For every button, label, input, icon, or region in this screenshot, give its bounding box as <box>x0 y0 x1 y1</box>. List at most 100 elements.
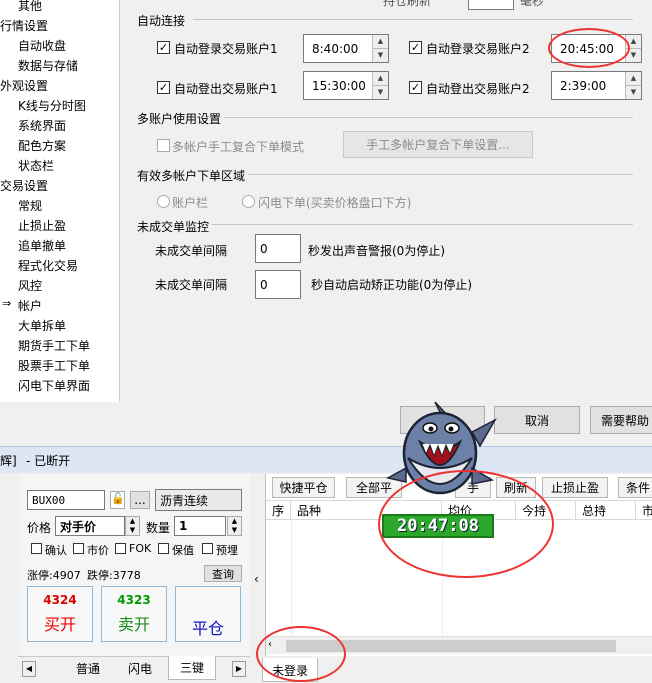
tree-item[interactable]: 其他 <box>18 0 42 14</box>
order-option-checkbox[interactable] <box>31 543 42 554</box>
stop-loss-button[interactable]: 止损止盈 <box>542 477 608 498</box>
order-option-label: 市价 <box>87 544 109 557</box>
qty-input[interactable]: 1 <box>174 516 226 536</box>
order-area-title: 有效多帐户下单区域 <box>137 169 246 183</box>
buy-open-button[interactable]: 4324 买开 <box>27 586 93 642</box>
col-seq[interactable]: 序 <box>266 501 291 519</box>
qty-label: 数量 <box>146 521 171 535</box>
spin-down-icon[interactable]: ▼ <box>373 86 388 100</box>
annotation-circle <box>548 28 630 68</box>
collapse-arrow-icon[interactable]: ‹ <box>254 572 259 586</box>
sell-price: 4323 <box>117 593 151 607</box>
login1-time-spinner[interactable]: 8:40:00 ▲ ▼ <box>303 34 389 63</box>
order-option-checkbox[interactable] <box>115 543 126 554</box>
help-button[interactable]: 需要帮助 <box>590 406 652 434</box>
unfilled-row2-input[interactable]: 0 <box>255 270 301 299</box>
query-button[interactable]: 查询 <box>204 565 242 582</box>
lock-icon[interactable]: 🔓 <box>110 491 125 509</box>
tab-scroll-left-icon[interactable]: ◀ <box>22 661 36 677</box>
order-option-label: 预埋 <box>216 544 238 557</box>
close-position-button[interactable]: 平仓 <box>175 586 241 642</box>
logout1-time-spinner[interactable]: 15:30:00 ▲ ▼ <box>303 71 389 100</box>
login2-label: 自动登录交易账户2 <box>426 42 530 56</box>
multi-account-title: 多账户使用设置 <box>137 112 222 126</box>
login1-label: 自动登录交易账户1 <box>174 42 278 56</box>
refresh-ms-input[interactable] <box>468 0 514 10</box>
sell-open-button[interactable]: 4323 卖开 <box>101 586 167 642</box>
order-option-label: FOK <box>129 542 152 555</box>
tree-item[interactable]: 程式化交易 <box>18 258 78 274</box>
tree-item[interactable]: 帐户 <box>18 298 42 314</box>
symbol-name: 沥青连续 <box>155 489 242 511</box>
qty-spin-icon[interactable]: ▲ ▼ <box>227 516 242 536</box>
manual-settings-button[interactable]: 手工多帐户复合下单设置... <box>343 131 533 158</box>
logout2-checkbox[interactable]: ✓ <box>409 81 422 94</box>
spin-down-icon[interactable]: ▼ <box>626 86 641 100</box>
tree-item[interactable]: 状态栏 <box>18 158 54 174</box>
unfilled-row2-desc: 秒自动启动矫正功能(0为停止) <box>311 278 472 292</box>
annotation-circle <box>378 470 554 578</box>
logout2-time: 2:39:00 <box>560 78 607 93</box>
col-total-pos[interactable]: 总持 <box>576 501 636 519</box>
order-option-checkbox[interactable] <box>202 543 213 554</box>
quick-close-button[interactable]: 快捷平仓 <box>272 477 335 498</box>
unfilled-row2-label: 未成交单间隔 <box>155 278 228 292</box>
login1-checkbox[interactable]: ✓ <box>157 41 170 54</box>
tree-item[interactable]: 配色方案 <box>18 138 66 154</box>
limit-down: 跌停:3778 <box>87 569 141 582</box>
unfilled-title: 未成交单监控 <box>137 220 210 234</box>
symbol-browse-button[interactable]: ... <box>130 491 150 509</box>
tree-item[interactable]: 止损止盈 <box>18 218 66 234</box>
tree-item[interactable]: 外观设置 <box>0 78 48 94</box>
unfilled-row1-input[interactable]: 0 <box>255 234 301 263</box>
price-type-select[interactable]: 对手价 <box>55 516 125 536</box>
manual-mode-checkbox[interactable] <box>157 139 170 152</box>
logout2-label: 自动登出交易账户2 <box>426 82 530 96</box>
login2-checkbox[interactable]: ✓ <box>409 41 422 54</box>
trade-title-status: - 已断开 <box>26 454 71 468</box>
trade-title-prefix: 辉] <box>0 454 17 468</box>
tree-item[interactable]: 交易设置 <box>0 178 48 194</box>
spin-up-icon[interactable]: ▲ <box>373 35 388 49</box>
tree-item[interactable]: K线与分时图 <box>18 98 86 114</box>
tree-item[interactable]: 大单拆单 <box>18 318 66 334</box>
logout1-label: 自动登出交易账户1 <box>174 82 278 96</box>
condition-button[interactable]: 条件 <box>618 477 652 498</box>
spin-down-icon[interactable]: ▼ <box>373 49 388 63</box>
limit-up: 涨停:4907 <box>27 569 81 582</box>
order-option-checkbox[interactable] <box>158 543 169 554</box>
price-spin-icon[interactable]: ▲ ▼ <box>125 516 140 536</box>
logout1-checkbox[interactable]: ✓ <box>157 81 170 94</box>
symbol-input[interactable]: BUX00 <box>27 490 105 510</box>
order-option-label: 保值 <box>172 544 194 557</box>
tab-normal[interactable]: 普通 <box>64 656 112 680</box>
tab-lightning[interactable]: 闪电 <box>120 656 160 680</box>
tree-item[interactable]: 系统界面 <box>18 118 66 134</box>
spin-up-icon[interactable]: ▲ <box>626 72 641 86</box>
tab-scroll-right-icon[interactable]: ▶ <box>232 661 246 677</box>
tree-item[interactable]: 数据与存储 <box>18 58 78 74</box>
tree-item[interactable]: 期货手工下单 <box>18 338 90 354</box>
tree-item[interactable]: 自动收盘 <box>18 38 66 54</box>
sell-label: 卖开 <box>117 615 150 634</box>
top-partial-label: 持仓刷新 <box>383 0 432 8</box>
tree-item[interactable]: 股票手工下单 <box>18 358 90 374</box>
annotation-circle <box>256 626 346 682</box>
tree-item[interactable]: 追单撤单 <box>18 238 66 254</box>
tree-item[interactable]: 风控 <box>18 278 42 294</box>
cancel-button[interactable]: 取消 <box>494 406 580 434</box>
spin-up-icon[interactable]: ▲ <box>373 72 388 86</box>
order-option-label: 确认 <box>45 544 67 557</box>
tree-item[interactable]: 常规 <box>18 198 42 214</box>
selected-arrow-icon: ⇒ <box>2 297 12 310</box>
tree-item[interactable]: 行情设置 <box>0 18 48 34</box>
radio-lightning[interactable] <box>242 195 255 208</box>
divider <box>224 117 633 118</box>
col-market[interactable]: 市 <box>636 501 652 519</box>
radio-account-bar[interactable] <box>157 195 170 208</box>
top-partial-unit: 毫秒 <box>520 0 545 8</box>
tab-three-key[interactable]: 三键 <box>168 656 216 680</box>
order-option-checkbox[interactable] <box>73 543 84 554</box>
tree-item[interactable]: 闪电下单界面 <box>18 378 90 394</box>
logout2-time-spinner[interactable]: 2:39:00 ▲ ▼ <box>551 71 642 100</box>
